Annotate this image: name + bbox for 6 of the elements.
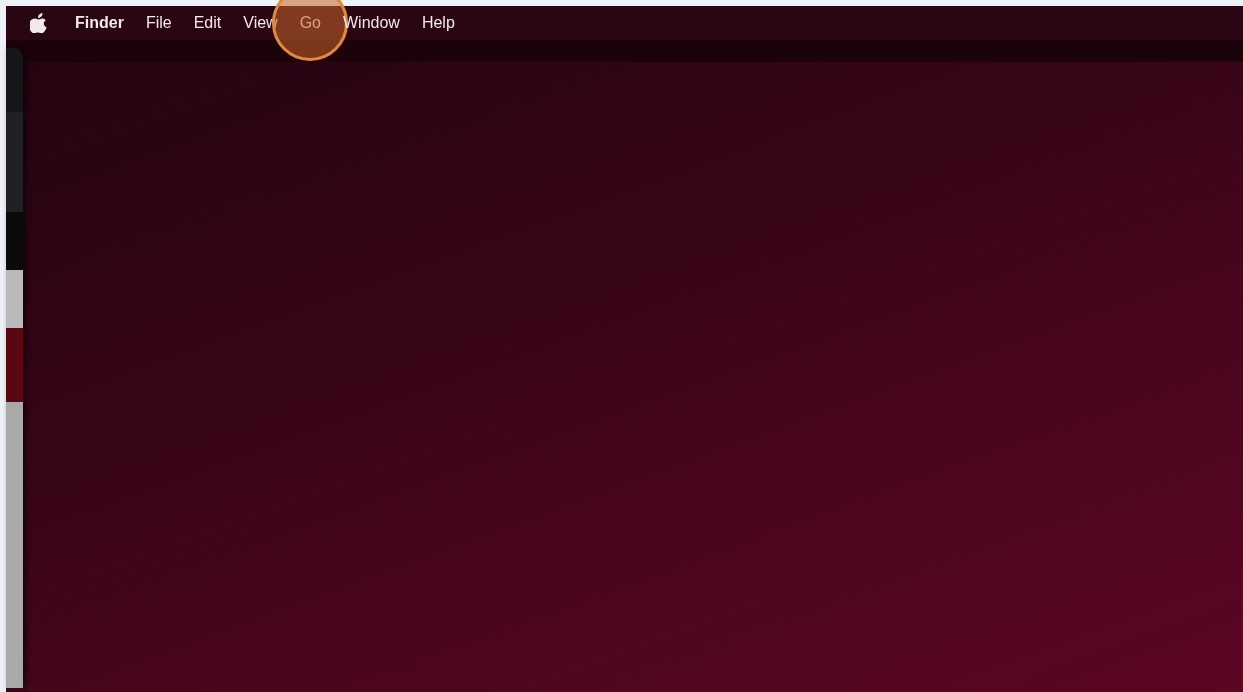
menu-item[interactable]: Edit: [182, 6, 233, 40]
menu-item[interactable]: File: [134, 6, 183, 40]
menu-item[interactable]: Help: [410, 6, 466, 40]
app-menu[interactable]: Finder: [64, 11, 135, 35]
apple-logo-icon[interactable]: [30, 13, 48, 33]
menu-item[interactable]: Go: [288, 6, 332, 40]
